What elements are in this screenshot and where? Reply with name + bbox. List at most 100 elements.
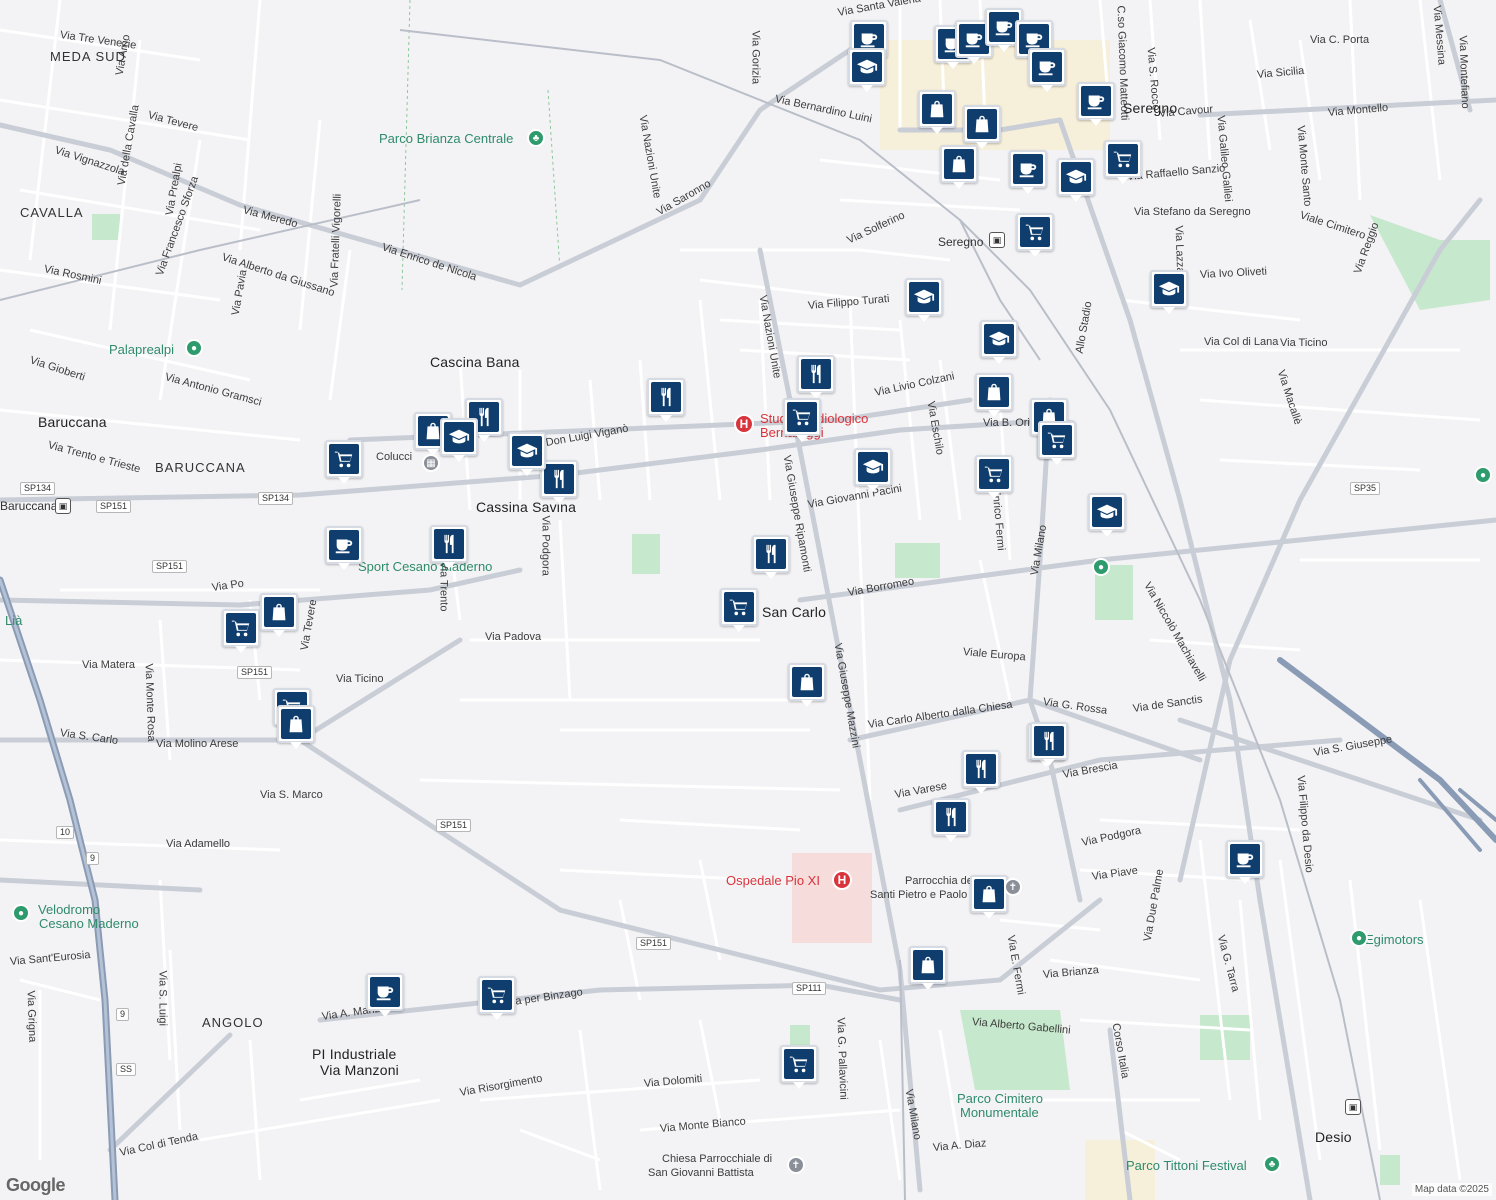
- street-label: Via Ticino: [336, 673, 384, 685]
- place-label: Parrocchia dei: [905, 875, 976, 887]
- shop-icon: [281, 709, 311, 739]
- school-icon: [852, 52, 882, 82]
- shop-marker[interactable]: [963, 105, 1001, 149]
- cafe-icon: [1013, 154, 1043, 184]
- shop-marker[interactable]: [940, 145, 978, 189]
- place-label: Ospedale Pio XI: [726, 873, 820, 888]
- school-marker[interactable]: [1057, 158, 1095, 202]
- recreation-icon[interactable]: ●: [1092, 558, 1110, 576]
- road-shield: SP151: [237, 666, 273, 679]
- grocery-icon: [724, 592, 754, 622]
- car-dealer-icon[interactable]: ●: [1350, 929, 1368, 947]
- school-marker[interactable]: [1150, 270, 1188, 314]
- restaurant-marker[interactable]: [797, 355, 835, 399]
- grocery-marker[interactable]: [325, 440, 363, 484]
- school-icon: [444, 422, 474, 452]
- street-label: Via Podgora: [539, 515, 552, 576]
- grocery-icon: [1042, 425, 1072, 455]
- place-label: Santi Pietro e Paolo: [870, 889, 968, 901]
- street-label: Via S. Marco: [260, 789, 323, 801]
- park-icon[interactable]: ●: [1474, 466, 1492, 484]
- grocery-marker[interactable]: [780, 1045, 818, 1089]
- road-shield: SP111: [792, 982, 826, 995]
- restaurant-marker[interactable]: [1030, 722, 1068, 766]
- sports-icon[interactable]: ●: [185, 339, 203, 357]
- road-shield: SP151: [152, 560, 188, 573]
- hospital-icon[interactable]: H: [734, 414, 754, 434]
- park-icon[interactable]: ♣: [527, 129, 545, 147]
- school-marker[interactable]: [980, 320, 1018, 364]
- map-attribution[interactable]: Map data ©2025: [1411, 1183, 1492, 1196]
- school-marker[interactable]: [905, 278, 943, 322]
- cafe-marker[interactable]: [1028, 48, 1066, 92]
- place-label: Seregno: [938, 235, 984, 249]
- shop-marker[interactable]: [277, 705, 315, 749]
- grocery-marker[interactable]: [1038, 421, 1076, 465]
- place-label: Cesano Maderno: [39, 916, 139, 931]
- cafe-icon: [370, 977, 400, 1007]
- restaurant-marker[interactable]: [647, 378, 685, 422]
- restaurant-marker[interactable]: [962, 750, 1000, 794]
- place-label: Parco Brianza Centrale: [379, 131, 514, 146]
- train-station-icon[interactable]: ▣: [1345, 1099, 1361, 1115]
- cafe-marker[interactable]: [1226, 840, 1264, 884]
- restaurant-marker[interactable]: [752, 535, 790, 579]
- area-label: Desio: [1315, 1129, 1352, 1145]
- school-marker[interactable]: [848, 48, 886, 92]
- shop-icon: [913, 950, 943, 980]
- grocery-marker[interactable]: [783, 398, 821, 442]
- place-label: Parco Cimitero: [957, 1091, 1043, 1106]
- place-label: Baruccana: [0, 499, 58, 513]
- place-label: Colucci: [376, 451, 413, 463]
- street-label: Via Ticino: [1280, 337, 1328, 349]
- road-shield: 9: [116, 1008, 130, 1021]
- school-marker[interactable]: [440, 418, 478, 462]
- area-label: Baruccana: [38, 414, 107, 430]
- cafe-marker[interactable]: [366, 973, 404, 1017]
- area-label: PI Industriale: [312, 1046, 397, 1062]
- cafe-icon: [1032, 52, 1062, 82]
- grocery-marker[interactable]: [1016, 213, 1054, 257]
- shop-icon: [264, 597, 294, 627]
- grocery-icon: [1108, 144, 1138, 174]
- place-label: Egimotors: [1365, 932, 1424, 947]
- train-station-icon[interactable]: ▣: [989, 232, 1005, 248]
- grocery-marker[interactable]: [478, 976, 516, 1020]
- train-station-icon[interactable]: ▣: [55, 498, 71, 514]
- area-label: BARUCCANA: [155, 460, 246, 475]
- restaurant-marker[interactable]: [430, 525, 468, 569]
- cafe-icon: [1081, 86, 1111, 116]
- cafe-marker[interactable]: [1077, 82, 1115, 126]
- shop-marker[interactable]: [260, 593, 298, 637]
- school-icon: [909, 282, 939, 312]
- school-marker[interactable]: [508, 432, 546, 476]
- restaurant-marker[interactable]: [932, 798, 970, 842]
- school-marker[interactable]: [1088, 493, 1126, 537]
- cafe-marker[interactable]: [325, 526, 363, 570]
- shop-icon: [792, 667, 822, 697]
- museum-icon[interactable]: ▦: [422, 454, 440, 472]
- shop-marker[interactable]: [970, 875, 1008, 919]
- hospital-area: [792, 853, 872, 943]
- street-label: Via C. Porta: [1310, 34, 1370, 46]
- church-icon[interactable]: ✝: [787, 1156, 805, 1174]
- grocery-marker[interactable]: [222, 609, 260, 653]
- shop-marker[interactable]: [788, 663, 826, 707]
- shop-icon: [974, 879, 1004, 909]
- hospital-icon[interactable]: H: [832, 870, 852, 890]
- grocery-marker[interactable]: [1104, 140, 1142, 184]
- church-icon[interactable]: ✝: [1004, 878, 1022, 896]
- grocery-icon: [482, 980, 512, 1010]
- street-label: Via S. Luigi: [156, 970, 169, 1026]
- shop-marker[interactable]: [918, 90, 956, 134]
- cafe-marker[interactable]: [1009, 150, 1047, 194]
- grocery-marker[interactable]: [975, 455, 1013, 499]
- shop-marker[interactable]: [909, 946, 947, 990]
- shop-marker[interactable]: [975, 373, 1013, 417]
- grocery-marker[interactable]: [720, 588, 758, 632]
- street-label: Via Grigna: [24, 990, 39, 1043]
- sports-icon[interactable]: ●: [12, 904, 30, 922]
- school-marker[interactable]: [854, 448, 892, 492]
- map-canvas[interactable]: MEDA SUD CAVALLA BARUCCANA ANGOLO Cascina Ba…: [0, 0, 1496, 1200]
- park-icon[interactable]: ♣: [1263, 1155, 1281, 1173]
